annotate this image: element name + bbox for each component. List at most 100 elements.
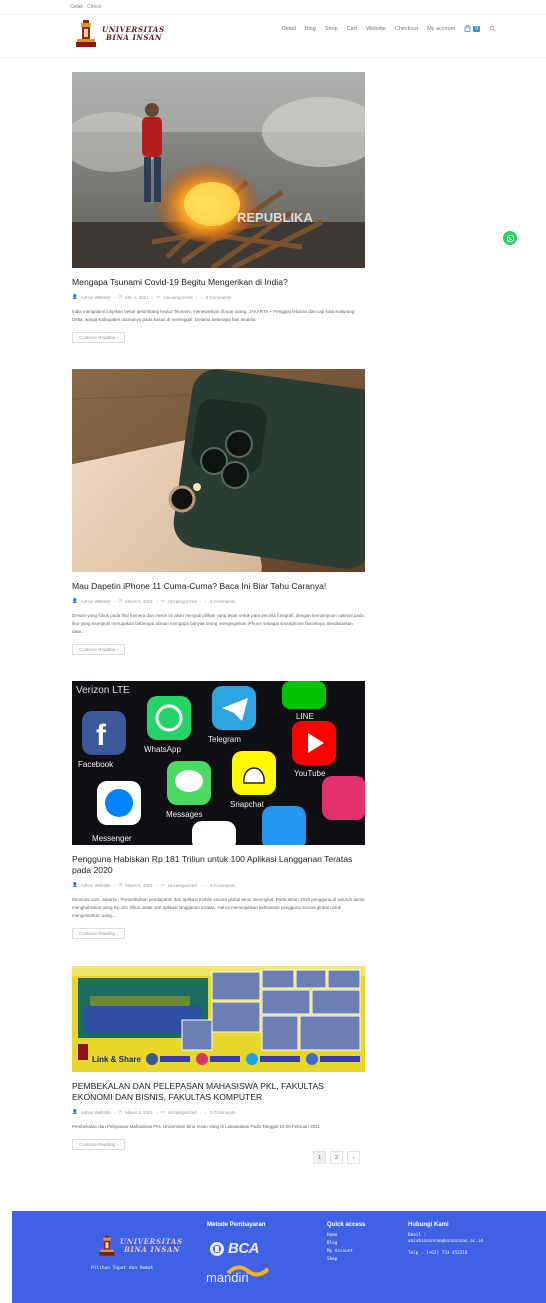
footer-logo[interactable]: UNIVERSITAS BINA INSAN <box>98 1234 183 1258</box>
app-label: Messages <box>166 810 202 819</box>
nav-item-website[interactable]: Website <box>366 26 386 32</box>
search-icon[interactable] <box>489 25 496 32</box>
app-label: Facebook <box>78 760 114 769</box>
topbar-item[interactable]: Check <box>87 4 101 10</box>
post-image-app-icons[interactable]: Verizon LTE f Facebook WhatsApp Telegram <box>72 681 365 845</box>
post-meta: 👤 Admin Website - ◷ Maret 3, 2021 - ▭ Un… <box>72 1109 365 1115</box>
site-logo[interactable]: UNIVERSITAS BINA INSAN <box>74 19 165 49</box>
post-author[interactable]: Admin Website <box>81 1110 111 1115</box>
separator: - <box>113 1109 116 1115</box>
topbar-item[interactable]: Cetak <box>70 4 83 10</box>
contact-email[interactable]: univbinainsan@binainsan.ac.id <box>408 1239 488 1245</box>
separator: - <box>199 1109 202 1115</box>
separator: - <box>195 294 198 300</box>
app-label: Messenger <box>92 834 132 843</box>
folder-icon: ▭ <box>160 882 165 887</box>
post-category[interactable]: Uncategorized <box>168 883 197 888</box>
footer-link-blog[interactable]: Blog <box>327 1240 353 1248</box>
university-crest-icon <box>99 1235 115 1256</box>
mandiri-logo: mandiri <box>206 1265 270 1287</box>
post-title[interactable]: Pengguna Habiskan Rp 181 Triliun untuk 1… <box>72 854 365 876</box>
separator: - <box>199 598 202 604</box>
app-label: WhatsApp <box>144 745 181 754</box>
continue-reading-label: Continue Reading <box>79 931 116 936</box>
post-category[interactable]: Uncategorized <box>164 295 193 300</box>
post-excerpt: Desain yang fokus pada fitur kamera dan … <box>72 613 364 634</box>
page-2-button[interactable]: 2 <box>330 1151 343 1164</box>
footer-logo-line-2: BINA INSAN <box>124 1245 181 1254</box>
blog-post: Link & Share PEMBEKALAN DAN PELEPASAN MA… <box>72 966 365 1151</box>
quick-access-list: Home Blog My Account Shop <box>327 1232 353 1264</box>
post-comments[interactable]: 0 Comments <box>206 295 232 300</box>
post-comments[interactable]: 0 Comments <box>210 1110 236 1115</box>
separator: - <box>156 882 158 888</box>
quick-access-title: Quick access <box>327 1222 366 1228</box>
nav-item-shop[interactable]: Shop <box>325 26 338 32</box>
bca-logo: BCA <box>209 1240 260 1257</box>
post-comments[interactable]: 0 Comments <box>210 883 236 888</box>
nav-item-blog[interactable]: Blog <box>305 26 316 32</box>
contact-info: Email : univbinainsan@binainsan.ac.id Te… <box>408 1233 488 1257</box>
separator: - <box>199 882 202 888</box>
continue-reading-button[interactable]: Continue Reading › <box>72 332 125 343</box>
footer-link-shop[interactable]: Shop <box>327 1256 353 1264</box>
footer-logo-text: UNIVERSITAS BINA INSAN <box>120 1238 183 1254</box>
clock-icon: ◷ <box>118 294 123 299</box>
post-date: Maret 6, 2021 <box>125 598 154 604</box>
page-1-button[interactable]: 1 <box>313 1151 326 1164</box>
post-title[interactable]: Mau Dapetin iPhone 11 Cuma-Cuma? Baca In… <box>72 581 365 592</box>
app-label: YouTube <box>294 769 326 778</box>
blog-post: REPUBLIKA Mengapa Tsunami Covid-19 Begit… <box>72 72 365 344</box>
post-meta: 👤 Admin Website - ◷ Maret 6, 2021 - ▭ Un… <box>72 598 365 604</box>
nav-item-my-account[interactable]: My account <box>427 26 455 32</box>
svg-text:f: f <box>96 719 107 752</box>
clock-icon: ◷ <box>118 598 123 603</box>
post-image-iphone[interactable] <box>72 369 365 572</box>
whatsapp-icon <box>506 234 514 242</box>
nav-item-cart[interactable]: Cart <box>347 26 357 32</box>
post-comments[interactable]: 0 Comments <box>210 599 236 604</box>
post-author[interactable]: Admin Website <box>81 599 111 604</box>
app-label: LINE <box>296 712 314 721</box>
nav-item-detail[interactable]: Detail <box>282 26 296 32</box>
post-excerpt: Pembekalan dan Pelepasan Mahasiswa PKL U… <box>72 1124 320 1129</box>
bca-text: BCA <box>228 1240 260 1257</box>
app-label: Telegram <box>208 735 241 744</box>
user-icon: 👤 <box>72 294 78 299</box>
cart-button[interactable]: 0 <box>464 25 480 32</box>
footer-link-home[interactable]: Home <box>327 1232 353 1240</box>
post-meta: 👤 Admin Website - ◷ Mei 1, 2021 - ▭ Unca… <box>72 294 365 300</box>
post-author[interactable]: Admin Website <box>81 883 111 888</box>
separator: - <box>113 294 116 300</box>
separator: - <box>113 598 116 604</box>
payment-methods-title: Metode Pembayaran <box>207 1222 266 1228</box>
continue-reading-button[interactable]: Continue Reading › <box>72 928 125 939</box>
user-icon: 👤 <box>72 882 78 887</box>
comment-icon: ◌ <box>200 294 203 300</box>
post-category[interactable]: Uncategorized <box>168 599 197 604</box>
app-label: Verizon LTE <box>76 685 130 696</box>
next-page-button[interactable]: › <box>347 1151 360 1164</box>
nav-item-checkout[interactable]: Checkout <box>395 26 418 32</box>
contact-phone[interactable]: Telp : (+62) 733-452218 <box>408 1251 488 1257</box>
post-author[interactable]: Admin Website <box>81 295 111 300</box>
continue-reading-button[interactable]: Continue Reading › <box>72 1139 125 1150</box>
post-image-pkl-banner[interactable]: Link & Share <box>72 966 365 1072</box>
pagination: 1 2 › <box>313 1151 360 1164</box>
site-header: UNIVERSITAS BINA INSAN Detail Blog Shop … <box>0 14 546 58</box>
post-image-cremation-fire[interactable]: REPUBLIKA <box>72 72 365 268</box>
top-bar: Cetak Check <box>70 4 101 10</box>
separator: - <box>151 294 154 300</box>
post-title[interactable]: PEMBEKALAN DAN PELEPASAN MAHASISWA PKL, … <box>72 1081 365 1103</box>
banner-text: Link & Share <box>92 1055 141 1064</box>
whatsapp-float-button[interactable] <box>503 231 517 245</box>
post-category[interactable]: Uncategorized <box>168 1110 197 1115</box>
separator: - <box>113 882 116 888</box>
post-meta: 👤 Admin Website - ◷ Maret 6, 2021 - ▭ Un… <box>72 882 365 888</box>
footer-link-my-account[interactable]: My Account <box>327 1248 353 1256</box>
post-title[interactable]: Mengapa Tsunami Covid-19 Begitu Mengerik… <box>72 277 365 288</box>
post-date: Maret 3, 2021 <box>125 1109 154 1115</box>
clock-icon: ◷ <box>118 882 123 887</box>
continue-reading-button[interactable]: Continue Reading › <box>72 644 125 655</box>
contact-title: Hubungi Kami <box>408 1222 449 1228</box>
